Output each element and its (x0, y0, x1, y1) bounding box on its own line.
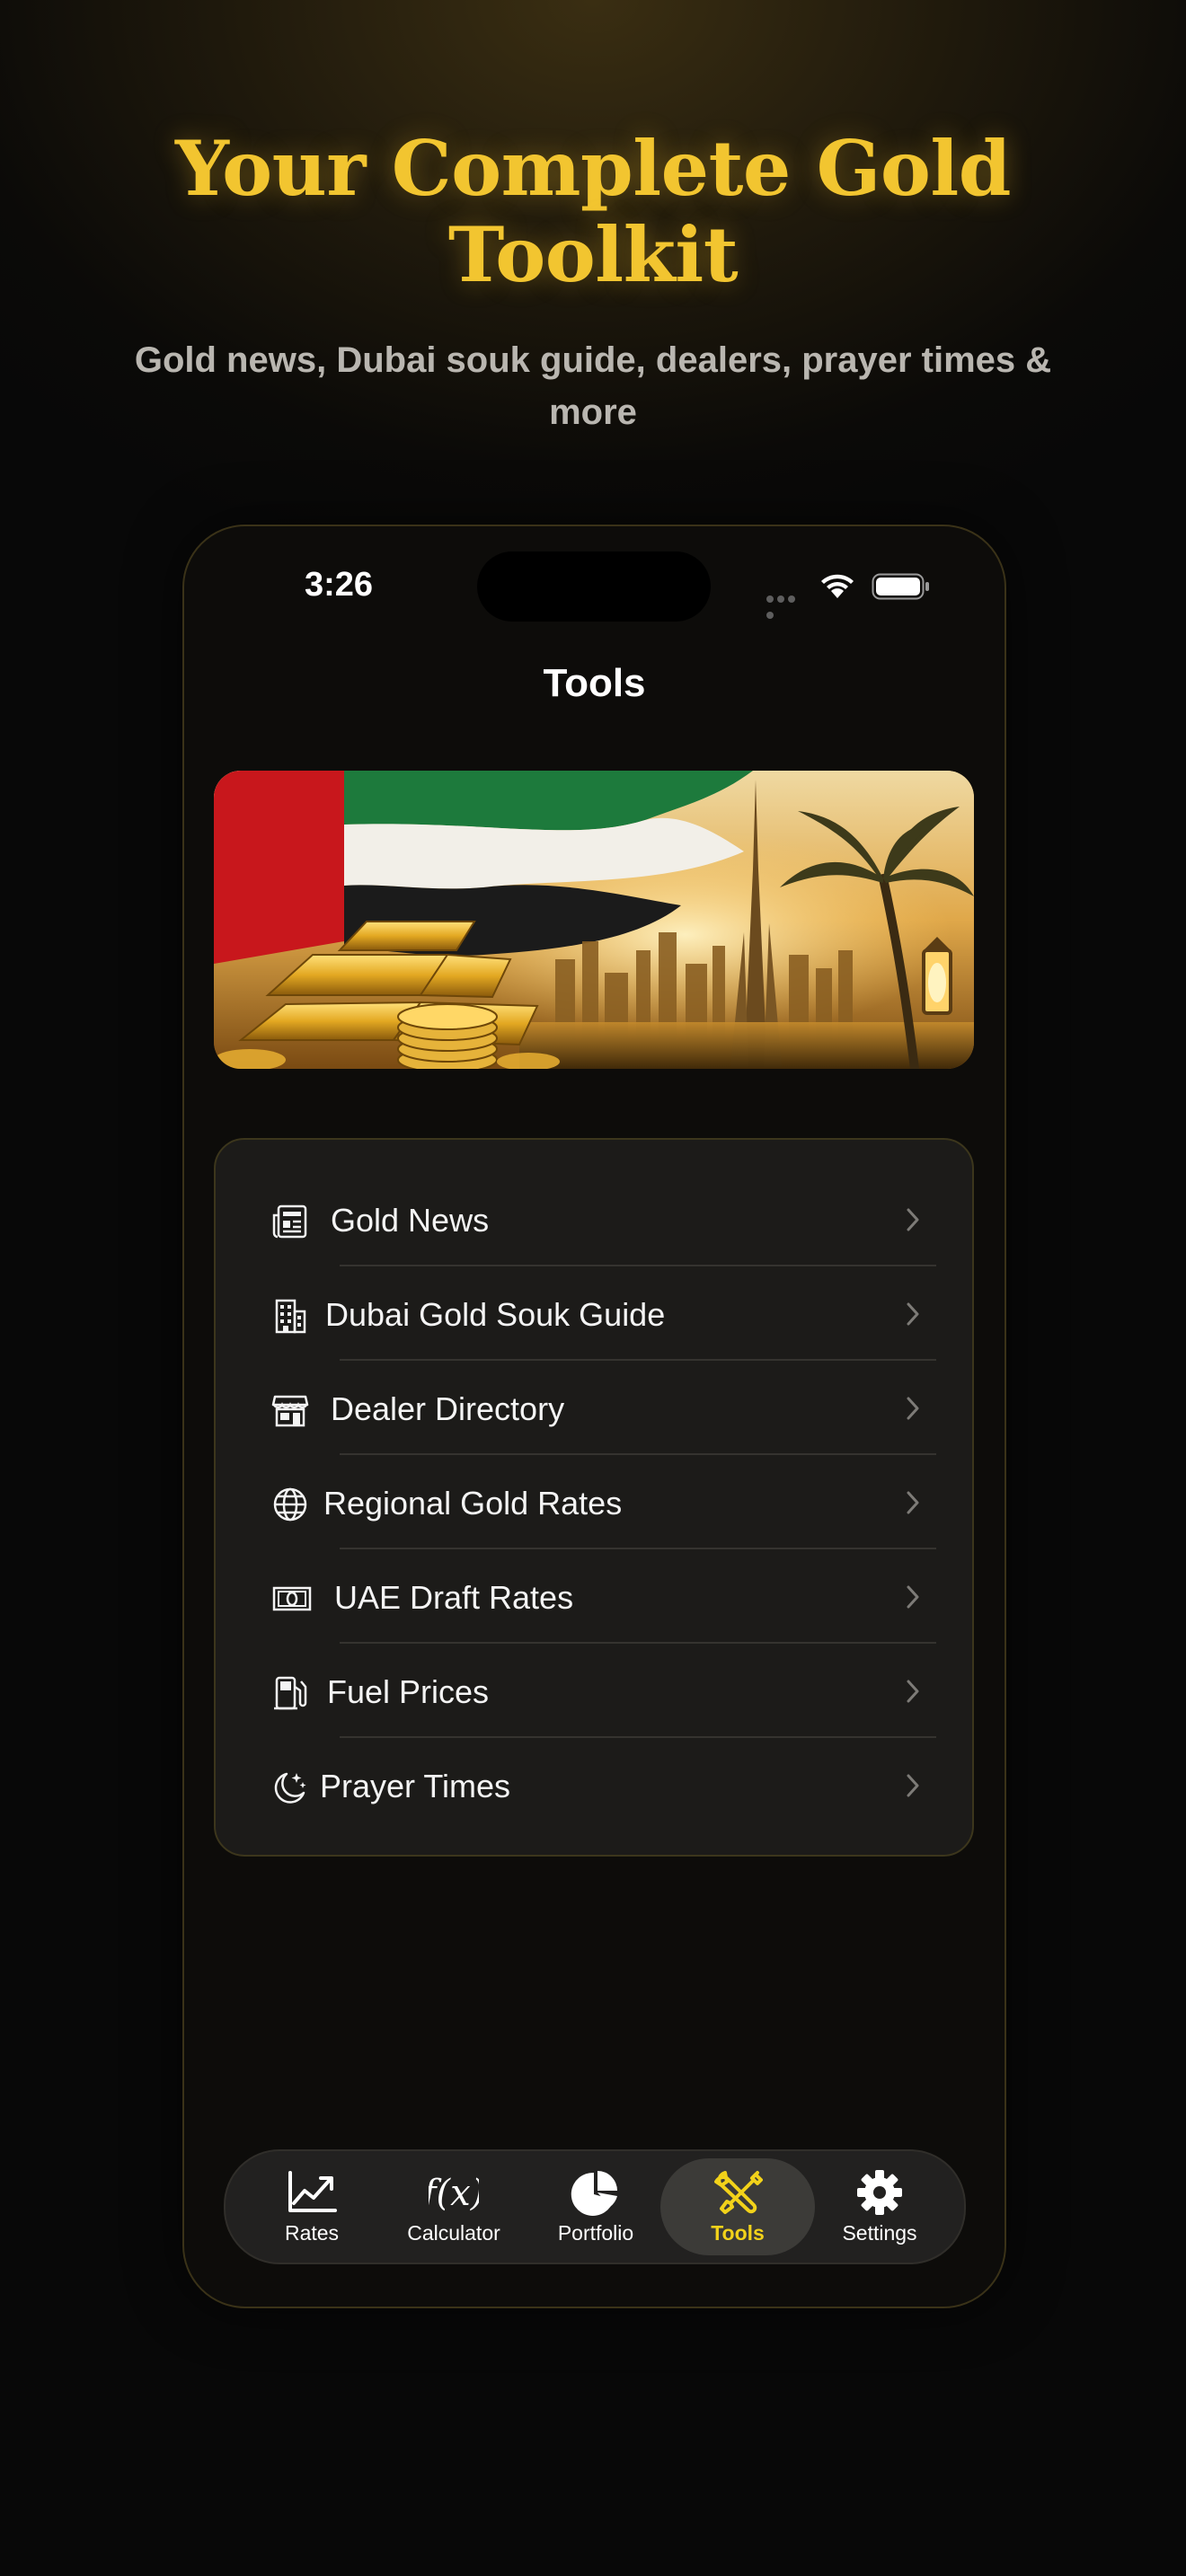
promo-headline: Your Complete Gold Toolkit (0, 126, 1186, 298)
status-time: 3:26 (305, 566, 374, 604)
tool-label: Prayer Times (320, 1768, 511, 1804)
fuel-pump-icon (274, 1676, 307, 1710)
tool-row-regional-gold-rates[interactable]: Regional Gold Rates (216, 1455, 972, 1549)
tool-label: Regional Gold Rates (323, 1485, 623, 1522)
moon-stars-icon (274, 1772, 306, 1804)
tools-list: Gold News Dubai Gold Souk Guide Dealer D… (214, 1138, 974, 1857)
promo-headline-line2: Toolkit (447, 210, 739, 299)
banknote-icon (272, 1586, 312, 1611)
dynamic-island (477, 551, 711, 622)
wifi-icon (821, 574, 854, 598)
building-icon (275, 1299, 306, 1334)
tab-label: Portfolio (557, 2221, 634, 2245)
function-icon: ƒ(x) (429, 2173, 479, 2214)
tool-row-fuel-prices[interactable]: Fuel Prices (216, 1644, 972, 1738)
tab-tools[interactable]: Tools (660, 2158, 815, 2255)
promo-headline-line1: Your Complete Gold (174, 124, 1012, 213)
pie-chart-icon (571, 2171, 617, 2216)
screen-title: Tools (543, 661, 646, 705)
phone-frame: 3:26 Tools Gold News Dubai Gold Souk Gui… (182, 525, 1006, 2308)
tool-row-prayer-times[interactable]: Prayer Times (216, 1738, 972, 1832)
cellular-signal-icon (766, 591, 808, 619)
uae-gold-banner-image (214, 771, 974, 1069)
battery-icon (872, 573, 929, 600)
chevron-right-icon (907, 1491, 919, 1514)
chevron-right-icon (907, 1208, 919, 1231)
tool-row-uae-draft-rates[interactable]: UAE Draft Rates (216, 1549, 972, 1644)
chevron-right-icon (907, 1585, 919, 1609)
svg-text:ƒ(x): ƒ(x) (429, 2173, 479, 2214)
tool-label: UAE Draft Rates (334, 1579, 574, 1616)
gear-icon (857, 2170, 902, 2215)
tab-settings[interactable]: Settings (802, 2158, 957, 2255)
tool-label: Gold News (331, 1202, 490, 1239)
tool-row-dealer-directory[interactable]: Dealer Directory (216, 1361, 972, 1455)
promo-subheadline: Gold news, Dubai souk guide, dealers, pr… (134, 340, 1052, 432)
tab-rates[interactable]: Rates (235, 2158, 389, 2255)
tool-label: Fuel Prices (327, 1673, 490, 1710)
tab-calculator[interactable]: ƒ(x) Calculator (376, 2158, 531, 2255)
tool-row-gold-news[interactable]: Gold News (216, 1172, 972, 1266)
tool-label: Dealer Directory (331, 1390, 565, 1427)
chart-line-icon (288, 2171, 337, 2212)
wrench-screwdriver-icon (714, 2171, 763, 2214)
tab-label: Calculator (407, 2221, 500, 2245)
tab-portfolio[interactable]: Portfolio (518, 2158, 673, 2255)
chevron-right-icon (907, 1397, 919, 1420)
tool-row-dubai-gold-souk-guide[interactable]: Dubai Gold Souk Guide (216, 1266, 972, 1361)
chevron-right-icon (907, 1680, 919, 1703)
tab-bar: Rates ƒ(x) Calculator Portfolio (224, 2149, 966, 2264)
globe-icon (273, 1487, 307, 1522)
chevron-right-icon (907, 1774, 919, 1797)
storefront-icon (271, 1395, 309, 1427)
chevron-right-icon (907, 1302, 919, 1326)
tab-label: Settings (842, 2221, 917, 2245)
newspaper-icon (272, 1204, 307, 1239)
tab-label: Rates (284, 2221, 340, 2245)
tool-label: Dubai Gold Souk Guide (325, 1296, 666, 1333)
tab-label: Tools (711, 2221, 765, 2245)
